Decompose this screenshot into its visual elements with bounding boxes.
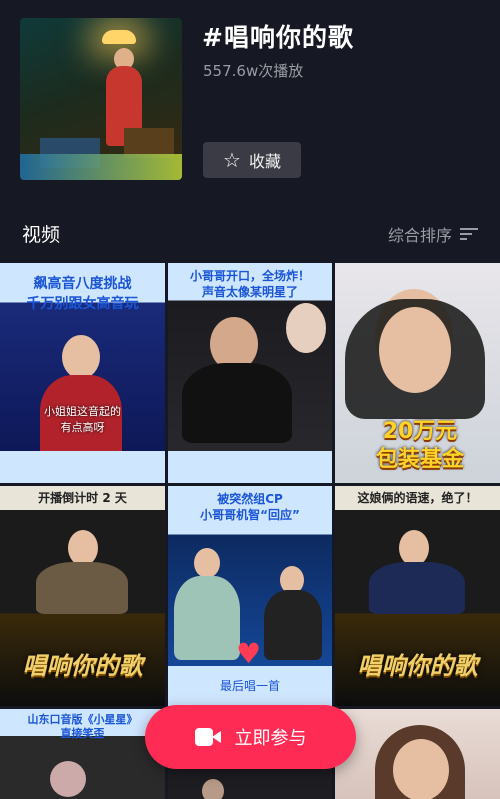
videos-section-title: 视频	[22, 224, 61, 246]
heart-icon: ♥	[236, 637, 262, 670]
video-thumbnail[interactable]: 这娘俩的语速，绝了！ 唱响你的歌	[335, 486, 500, 706]
singer-face	[194, 548, 220, 578]
bystander-face	[286, 303, 326, 353]
singer-body	[182, 363, 292, 443]
participate-button[interactable]: 立即参与	[145, 705, 356, 769]
sort-label: 综合排序	[387, 226, 452, 245]
video-caption-bottom: 直接笑歪	[60, 727, 105, 740]
video-thumbnail[interactable]: 被突然组CP 小哥哥机智“回应” ♥ 最后唱一首	[168, 486, 332, 706]
video-bottom-caption: 最后唱一首	[219, 679, 280, 693]
show-logo: 唱响你的歌	[22, 652, 143, 680]
video-caption-top: 被突然组CP	[217, 492, 283, 506]
person-face	[50, 761, 86, 797]
singer-body	[264, 590, 322, 660]
floor-lights	[20, 154, 182, 180]
favorite-button[interactable]: ☆ 收藏	[203, 142, 301, 178]
video-caption-bottom: 声音太像某明星了	[201, 285, 298, 299]
show-logo: 唱响你的歌	[357, 652, 478, 680]
person-face	[379, 307, 451, 393]
tag-header: #唱响你的歌 557.6w次播放 ☆ 收藏	[0, 0, 500, 205]
video-top-caption: 这娘俩的语速，绝了！	[335, 486, 500, 510]
singer-face	[68, 530, 98, 566]
tag-cover-image[interactable]	[20, 18, 182, 180]
participate-label: 立即参与	[234, 728, 307, 749]
video-caption-bottom: 千万别跟女高音玩	[26, 296, 139, 312]
play-count: 557.6w次播放	[203, 62, 304, 80]
favorite-label: 收藏	[248, 152, 281, 171]
sort-button[interactable]: 综合排序	[388, 222, 478, 246]
sort-icon	[460, 227, 478, 241]
video-thumbnail[interactable]: 飙高音八度挑战 千万别跟女高音玩 小姐姐这音起的 有点高呀	[0, 263, 165, 483]
person-face	[202, 779, 224, 799]
video-caption-top: 小哥哥开口，全场炸！	[189, 269, 310, 283]
video-caption-bottom: 小哥哥机智“回应”	[200, 508, 300, 522]
caption-band	[168, 451, 332, 483]
singer-face	[399, 530, 429, 566]
star-icon: ☆	[223, 148, 241, 172]
video-subtitle: 有点高呀	[60, 421, 105, 434]
video-thumbnail[interactable]: 小哥哥开口，全场炸！ 声音太像某明星了	[168, 263, 332, 483]
stage-light	[102, 30, 136, 44]
video-overlay-text: 包装基金	[375, 447, 464, 472]
singer-body	[174, 576, 240, 660]
video-top-caption: 开播倒计时 2 天	[0, 486, 165, 510]
video-subtitle: 小姐姐这音起的	[44, 405, 121, 418]
video-caption-top: 飙高音八度挑战	[33, 276, 132, 292]
video-thumbnail[interactable]: 开播倒计时 2 天 唱响你的歌	[0, 486, 165, 706]
video-camera-icon	[194, 728, 221, 746]
caption-band	[0, 451, 165, 483]
video-thumbnail[interactable]: 山东口音版《小星星》 直接笑歪	[0, 709, 165, 799]
singer-body	[36, 562, 128, 614]
tag-title: #唱响你的歌	[202, 23, 354, 52]
singer-body	[369, 562, 465, 614]
person-face	[393, 739, 449, 799]
singer-face	[62, 335, 100, 379]
video-thumbnail[interactable]	[335, 709, 500, 799]
video-thumbnail[interactable]: 20万元 包装基金	[335, 263, 500, 483]
